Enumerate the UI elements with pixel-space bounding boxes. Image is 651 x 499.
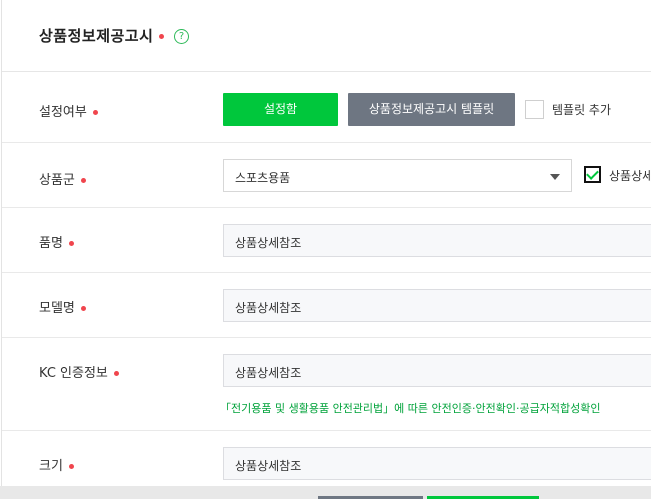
required-dot	[80, 178, 86, 183]
required-dot	[92, 110, 98, 115]
model-name-label: 모델명	[39, 297, 86, 316]
kc-input[interactable]: 상품상세참조	[223, 354, 651, 387]
row-setting: 설정여부 설정함 상품정보제공고시 템플릿 템플릿 추가	[2, 72, 651, 143]
row-category: 상품군 스포츠용품 상품상세	[2, 143, 651, 208]
required-dot	[113, 371, 119, 376]
size-value: 상품상세참조	[235, 459, 302, 473]
size-label: 크기	[39, 455, 74, 474]
detail-reference-checkbox[interactable]	[584, 166, 601, 183]
kc-value: 상품상세참조	[235, 366, 302, 380]
category-label-text: 상품군	[39, 173, 75, 188]
add-template-label: 템플릿 추가	[552, 103, 612, 117]
model-name-value: 상품상세참조	[235, 301, 302, 315]
size-label-text: 크기	[39, 459, 63, 474]
model-name-label-text: 모델명	[39, 301, 75, 316]
setting-label: 설정여부	[39, 101, 98, 120]
model-name-input[interactable]: 상품상세참조	[223, 289, 651, 322]
row-model-name: 모델명 상품상세참조	[2, 273, 651, 338]
required-dot	[68, 241, 74, 246]
template-button[interactable]: 상품정보제공고시 템플릿	[348, 93, 515, 126]
product-name-input[interactable]: 상품상세참조	[223, 224, 651, 257]
page-title: 상품정보제공고시	[39, 25, 165, 46]
help-icon[interactable]: ?	[174, 29, 189, 44]
required-dot	[159, 34, 165, 39]
kc-notice-text: 「전기용품 및 생활용품 안전관리법」에 따른 안전인증·안전확인·공급자적합성…	[220, 402, 601, 415]
page-title-text: 상품정보제공고시	[39, 27, 154, 45]
product-name-label: 품명	[39, 232, 74, 251]
required-dot	[68, 464, 74, 469]
product-name-value: 상품상세참조	[235, 236, 302, 250]
bottom-action-bar	[0, 486, 651, 499]
kc-label-text: KC 인증정보	[39, 366, 108, 381]
set-button[interactable]: 설정함	[223, 93, 338, 126]
category-label: 상품군	[39, 169, 86, 188]
size-input[interactable]: 상품상세참조	[223, 447, 651, 480]
required-dot	[80, 306, 86, 311]
setting-label-text: 설정여부	[39, 105, 87, 120]
panel-header: 상품정보제공고시 ?	[2, 0, 651, 72]
row-kc-certification: KC 인증정보 상품상세참조	[2, 338, 651, 431]
add-template-checkbox[interactable]	[525, 100, 544, 119]
row-product-name: 품명 상품상세참조	[2, 208, 651, 273]
category-selected-value: 스포츠용품	[235, 171, 291, 185]
product-info-notice-panel: 상품정보제공고시 ? 설정여부 설정함 상품정보제공고시 템플릿 템플릿 추가 …	[1, 0, 651, 486]
category-select[interactable]: 스포츠용품	[223, 159, 572, 192]
detail-reference-label: 상품상세	[609, 169, 651, 183]
chevron-down-icon	[550, 174, 560, 180]
product-name-label-text: 품명	[39, 236, 63, 251]
kc-label: KC 인증정보	[39, 362, 119, 381]
